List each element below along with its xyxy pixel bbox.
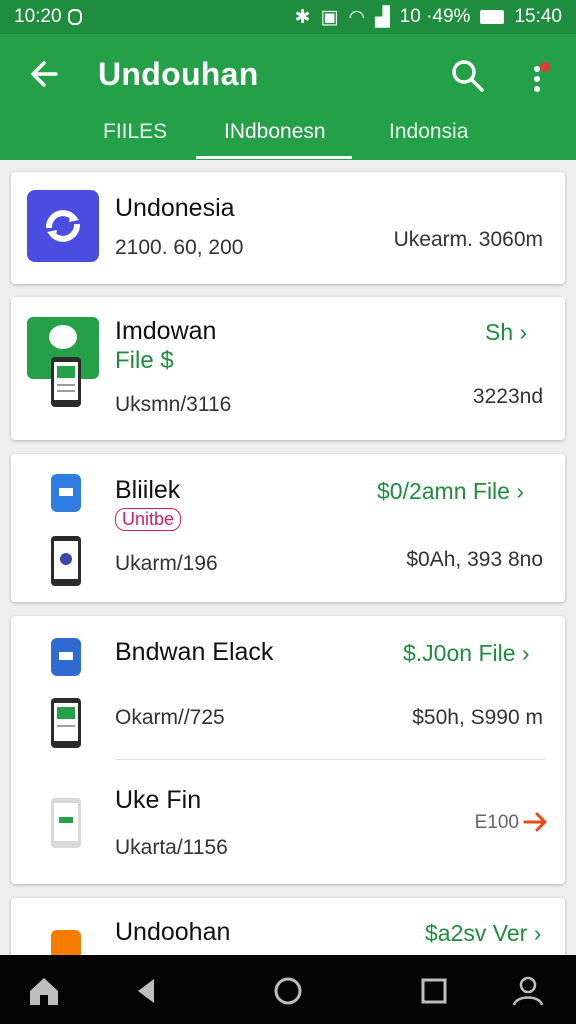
list-group-card: Bndwan Elack $.J0on File › Okarm//725 $5… xyxy=(11,616,565,884)
list-item[interactable]: Imdowan File $ Sh › Uksmn/3116 3223nd xyxy=(11,297,565,440)
item-sub: 2100. 60, 200 xyxy=(115,236,244,259)
list-item[interactable]: Bliilek Unitbe $0/2amn File › Ukarm/196 … xyxy=(11,454,565,602)
item-right: E100 xyxy=(474,812,519,833)
tab-bar: FIILES INdbonesn Indonsia xyxy=(0,114,576,160)
search-icon[interactable] xyxy=(448,56,488,96)
phone-icon xyxy=(51,357,81,407)
item-sub: Okarm//725 xyxy=(115,706,225,729)
more-vert-icon[interactable] xyxy=(526,58,550,98)
system-nav-bar xyxy=(0,955,576,1024)
sync-app-icon xyxy=(27,190,99,262)
home-circle-icon[interactable] xyxy=(268,971,308,1011)
item-action[interactable]: Sh › xyxy=(485,319,527,346)
signal-icon: ▟ xyxy=(375,6,390,28)
item-right: $0Ah, 393 8no xyxy=(406,548,543,571)
list-item[interactable]: Undonesia 2100. 60, 200 Ukearm. 3060m xyxy=(11,172,565,284)
status-clock: 15:40 xyxy=(514,6,562,27)
item-name: Undonesia xyxy=(115,194,235,222)
recents-square-icon[interactable] xyxy=(414,971,454,1011)
item-sub: Uksmn/3116 xyxy=(115,393,232,416)
arrow-right-icon[interactable] xyxy=(523,810,549,834)
item-action[interactable]: $.J0on File › xyxy=(403,640,530,667)
item-action[interactable]: $0/2amn File › xyxy=(377,478,524,505)
home-icon[interactable] xyxy=(24,971,64,1011)
phone-icon xyxy=(51,536,81,586)
doc-app-icon xyxy=(51,474,81,512)
phone-icon xyxy=(51,698,81,748)
item-name[interactable]: Bndwan Elack xyxy=(115,638,273,667)
status-right-text: 10 ·49% xyxy=(399,6,471,27)
page-title: Undouhan xyxy=(98,56,259,92)
item-name: Imdowan xyxy=(115,317,217,345)
status-badge: Unitbe xyxy=(115,508,182,531)
back-triangle-icon[interactable] xyxy=(126,971,166,1011)
tab-indonesn[interactable]: INdbonesn xyxy=(224,120,326,144)
chevron-right-icon: › xyxy=(516,478,525,504)
profile-icon[interactable] xyxy=(508,971,548,1011)
item-name: Bliilek xyxy=(115,476,181,504)
tab-files[interactable]: FIILES xyxy=(103,120,167,144)
chevron-right-icon: › xyxy=(521,640,530,666)
status-bar: 10:20 ✱ ▣ ◠ ▟ 10 ·49% 15:40 xyxy=(0,0,576,34)
vibrate-icon: ▣ xyxy=(320,6,339,28)
tab-indicator xyxy=(196,156,352,159)
item-sub: Ukarm/196 xyxy=(115,552,218,575)
item-right: $50h, S990 m xyxy=(412,706,543,729)
chevron-right-icon: › xyxy=(533,920,542,946)
sync-icon xyxy=(67,9,82,25)
item-green-sub: File $ xyxy=(115,347,174,374)
doc-app-icon xyxy=(51,638,81,676)
chevron-right-icon: › xyxy=(519,319,528,345)
status-time: 10:20 xyxy=(14,6,62,27)
notification-dot xyxy=(540,62,550,72)
tab-indonsia[interactable]: Indonsia xyxy=(389,120,468,144)
wifi-icon: ◠ xyxy=(348,6,366,28)
item-sub: Ukarta/1156 xyxy=(115,836,228,859)
item-action[interactable]: $a2sv Ver › xyxy=(425,920,541,947)
phone-icon xyxy=(51,798,81,848)
battery-icon xyxy=(480,10,505,24)
bluetooth-icon: ✱ xyxy=(294,6,311,28)
item-name: Undoohan xyxy=(115,918,231,946)
arrow-back-icon[interactable] xyxy=(24,54,64,94)
item-name[interactable]: Uke Fin xyxy=(115,786,201,815)
divider xyxy=(115,759,545,760)
app-bar: Undouhan FIILES INdbonesn Indonsia xyxy=(0,34,576,160)
item-right: 3223nd xyxy=(472,385,543,408)
item-right: Ukearm. 3060m xyxy=(393,228,543,251)
